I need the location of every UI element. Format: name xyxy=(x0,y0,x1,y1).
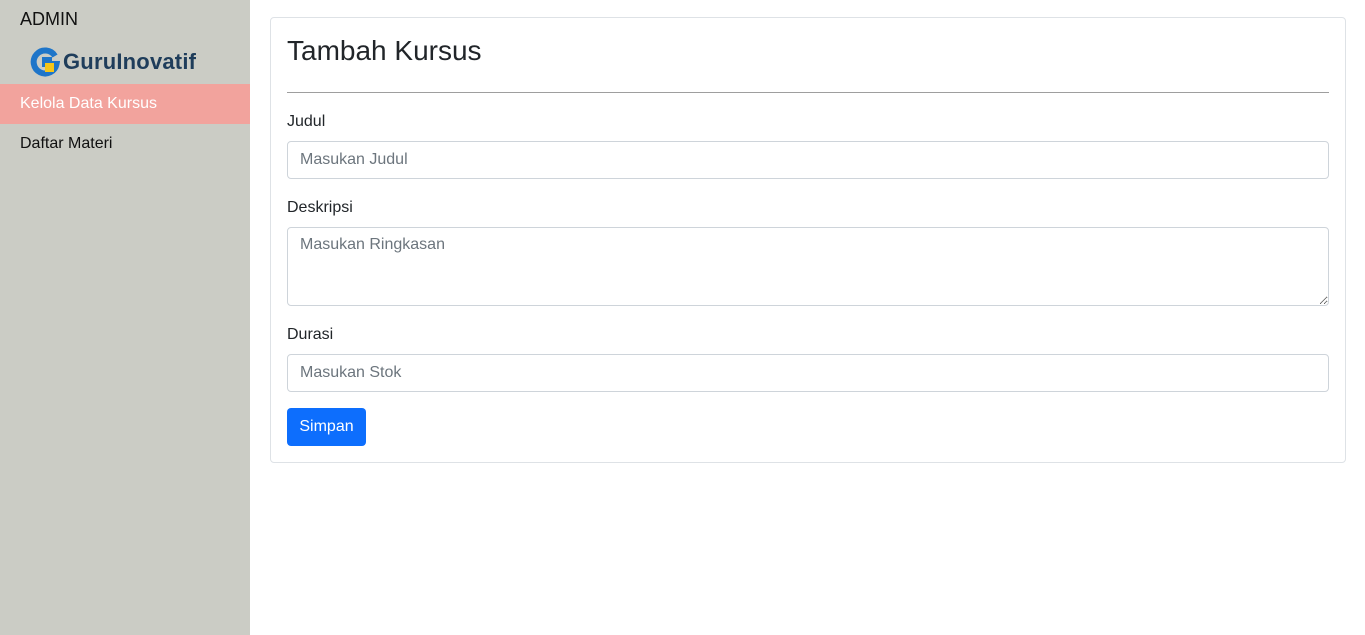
sidebar-title: ADMIN xyxy=(20,9,78,29)
simpan-button[interactable]: Simpan xyxy=(287,408,366,446)
sidebar-item-kelola-data-kursus[interactable]: Kelola Data Kursus xyxy=(0,84,250,124)
judul-label: Judul xyxy=(287,113,326,130)
page-title: Tambah Kursus xyxy=(287,35,482,66)
brand-logo[interactable]: GuruInovatif xyxy=(30,46,196,78)
sidebar: ADMIN GuruInovatif Kelola Data Kursus Da… xyxy=(0,0,250,635)
logo-text: GuruInovatif xyxy=(63,49,197,74)
sidebar-item-daftar-materi[interactable]: Daftar Materi xyxy=(0,124,250,164)
sidebar-item-label: Daftar Materi xyxy=(20,135,113,152)
guruinovatif-logo-icon xyxy=(30,47,60,77)
sidebar-item-label: Kelola Data Kursus xyxy=(20,95,157,112)
deskripsi-textarea[interactable] xyxy=(287,227,1329,306)
divider xyxy=(287,92,1329,93)
judul-input[interactable] xyxy=(287,141,1329,179)
course-form-card: Tambah Kursus Judul Deskripsi Durasi Sim… xyxy=(270,17,1346,463)
durasi-label: Durasi xyxy=(287,326,334,343)
durasi-input[interactable] xyxy=(287,354,1329,392)
deskripsi-label: Deskripsi xyxy=(287,199,353,216)
